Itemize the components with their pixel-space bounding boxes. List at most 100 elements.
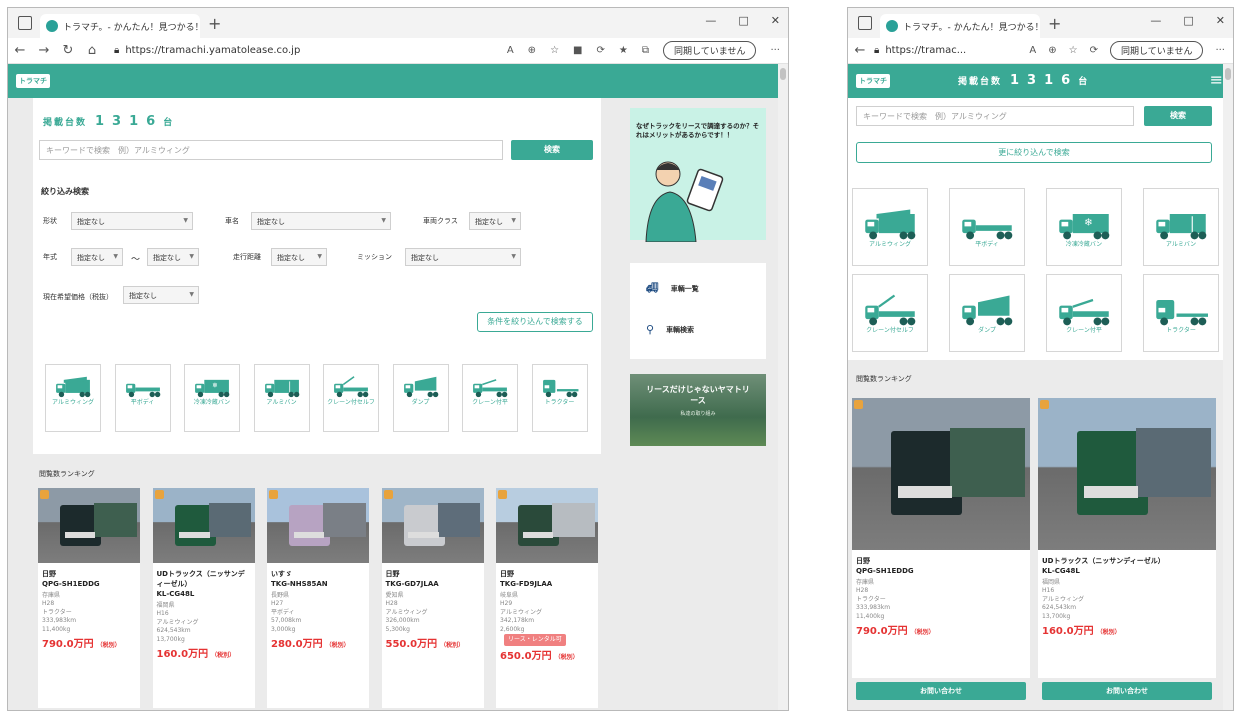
search-button[interactable]: 検索 [1144,106,1212,126]
scrollbar[interactable] [778,64,788,710]
scrollbar-thumb[interactable] [780,68,786,80]
keyword-search-input[interactable]: キーワードで検索 例）アルミウィング [856,106,1134,126]
category-crane-flatbed-truck[interactable]: クレーン付平 [462,364,518,432]
category-crane-self-loader-truck[interactable]: クレーン付セルフ [852,274,928,352]
category-tractor-truck[interactable]: トラクター [531,364,588,432]
site-logo[interactable]: トラマチ [16,74,50,88]
url-field[interactable]: 🔒︎ https://tramachi.yamatolease.co.jp [114,45,300,56]
year-from-select[interactable]: 指定なし [71,248,123,266]
category-refrigerated-van-truck[interactable]: ❄ 冷凍冷蔵バン [184,364,240,432]
category-dump-truck[interactable]: ダンプ [949,274,1025,352]
price-select[interactable]: 指定なし [123,286,199,304]
forward-icon[interactable]: → [32,43,56,58]
site-header: トラマチ [8,64,788,98]
read-aloud-icon[interactable]: A [507,45,514,56]
vehicle-model: TKG-NHS85AN [271,580,328,588]
browser-tab[interactable]: トラマチ。- かんたん！見つかる！中... ✕ [880,14,1040,38]
vehicle-spec: アルミウィング [500,608,542,616]
man-with-tablet-illustration [645,161,724,242]
site-logo[interactable]: トラマチ [856,74,890,88]
truck-photo[interactable] [381,488,484,563]
scrollbar[interactable] [1223,64,1233,710]
back-icon[interactable]: ← [8,43,32,58]
refresh-page-icon[interactable]: ⟳ [1090,45,1098,56]
refine-search-button[interactable]: 更に絞り込んで検索 [856,142,1212,163]
favorite-add-icon[interactable]: ☆ [550,45,559,56]
scrollbar-thumb[interactable] [1225,68,1231,80]
category-tractor-truck[interactable]: トラクター [1143,274,1219,352]
ranking-card[interactable]: 日野 QPG-SH1EDDG 存庫県 H28 トラクター 333,983km 11,400k… [38,488,140,708]
keyword-search-input[interactable]: キーワードで検索 例）アルミウィング [39,140,503,160]
home-icon[interactable]: ⌂ [80,43,104,58]
minimize-icon[interactable]: — [705,14,716,27]
category-aluminum-wing-truck[interactable]: アルミウィング [852,188,928,266]
category-aluminum-van-truck[interactable]: アルミバン [253,364,310,432]
browser-tab[interactable]: トラマチ。- かんたん！見つかる！中... ✕ [40,14,200,38]
ranking-card[interactable]: いすゞ TKG-NHS85AN 長野県 H27 平ボディ 57,008km 3,000kg 2… [267,488,369,708]
inquiry-button[interactable]: お問い合わせ [856,682,1026,700]
close-window-icon[interactable]: ✕ [1216,14,1225,27]
class-select[interactable]: 指定なし [469,212,521,230]
category-refrigerated-van-truck[interactable]: ❄ 冷凍冷蔵バン [1046,188,1122,266]
category-aluminum-van-truck[interactable]: アルミバン [1143,188,1219,266]
minimize-icon[interactable]: — [1150,14,1161,27]
extension-icon[interactable]: ■ [573,45,582,56]
filter-submit-button[interactable]: 条件を絞り込んで検索する [477,312,593,332]
truck-photo[interactable] [267,488,369,563]
zoom-icon[interactable]: ⊕ [528,45,536,56]
mission-select[interactable]: 指定なし [405,248,521,266]
truck-photo[interactable] [38,488,140,563]
category-aluminum-wing-truck[interactable]: アルミウィング [45,364,101,432]
sync-button[interactable]: 同期していません [1109,41,1204,60]
collections-icon[interactable]: ⧉ [642,45,649,56]
vehicle-spec: アルミウィング [385,608,428,616]
more-icon[interactable]: ··· [770,45,780,56]
favorites-icon[interactable]: ★ [619,45,628,56]
category-flatbed-truck[interactable]: 平ボディ [949,188,1025,266]
vehicle-price: 160.0万円 （税別） [1042,627,1212,638]
lease-info-banner[interactable]: リースだけじゃないヤマトリース 私達の取り組み [630,374,766,446]
refresh-icon[interactable]: ↻ [56,43,80,58]
banner-text: なぜトラックをリースで調達するのか？それはメリットがあるからです！！ [636,122,760,139]
mileage-select[interactable]: 指定なし [271,248,327,266]
count-value: 1316 [95,114,164,129]
category-crane-self-loader-truck[interactable]: クレーン付セルフ [323,364,379,432]
ranking-card[interactable]: 日野 QPG-SH1EDDG 存庫県 H28 トラクター 333,983km 11,400k… [852,398,1030,700]
inquiry-button[interactable]: お問い合わせ [1042,682,1212,700]
more-icon[interactable]: ··· [1215,45,1225,56]
year-to-select[interactable]: 指定なし [147,248,199,266]
truck-photo[interactable] [1038,398,1216,550]
ranking-card[interactable]: UDトラックス（ニッサンディーゼル） KL-CG48L 福岡県 H16 アルミウィング 6… [1038,398,1216,700]
category-dump-truck[interactable]: ダンプ [392,364,449,432]
new-tab-icon[interactable]: + [208,14,221,33]
maker-select[interactable]: 指定なし [251,212,391,230]
vehicle-search-link[interactable]: ⚲ 車輌検索 [646,323,694,336]
search-button[interactable]: 検索 [511,140,593,160]
ranking-card[interactable]: UDトラックス（ニッサンディーゼル） KL-CG48L 福岡県 H16 アルミウィング 6… [152,488,255,708]
truck-photo[interactable] [152,488,255,563]
tab-actions-icon[interactable] [18,16,32,30]
url-field[interactable]: 🔒︎ https://tramac... [874,45,966,56]
read-aloud-icon[interactable]: A [1029,45,1036,56]
tab-actions-icon[interactable] [858,16,872,30]
truck-photo[interactable] [496,488,598,563]
new-tab-icon[interactable]: + [1048,14,1061,33]
refresh-page-icon[interactable]: ⟳ [596,45,604,56]
category-crane-flatbed-truck[interactable]: クレーン付平 [1046,274,1122,352]
lease-merit-banner[interactable]: なぜトラックをリースで調達するのか？それはメリットがあるからです！！ [630,108,766,242]
truck-photo[interactable] [852,398,1030,550]
shape-select[interactable]: 指定なし [71,212,193,230]
hamburger-menu-icon[interactable]: ≡ [1210,70,1223,89]
ranking-card[interactable]: 日野 TKG-GD7JLAA 愛知県 H28 アルミウィング 326,000km 5,300… [381,488,484,708]
price-unit: 万円 [1073,626,1094,638]
category-flatbed-truck[interactable]: 平ボディ [114,364,171,432]
sync-button[interactable]: 同期していません [662,41,757,60]
ranking-card[interactable]: 日野 TKG-FD9JLAA 岐阜県 H29 アルミウィング 342,178km 2,600… [496,488,598,708]
maximize-icon[interactable]: □ [1183,14,1193,27]
maximize-icon[interactable]: □ [738,14,748,27]
back-icon[interactable]: ← [848,43,872,58]
vehicle-list-link[interactable]: 🚚︎ 車輌一覧 [646,283,699,294]
close-window-icon[interactable]: ✕ [771,14,780,27]
zoom-icon[interactable]: ⊕ [1048,45,1056,56]
favorite-add-icon[interactable]: ☆ [1069,45,1078,56]
